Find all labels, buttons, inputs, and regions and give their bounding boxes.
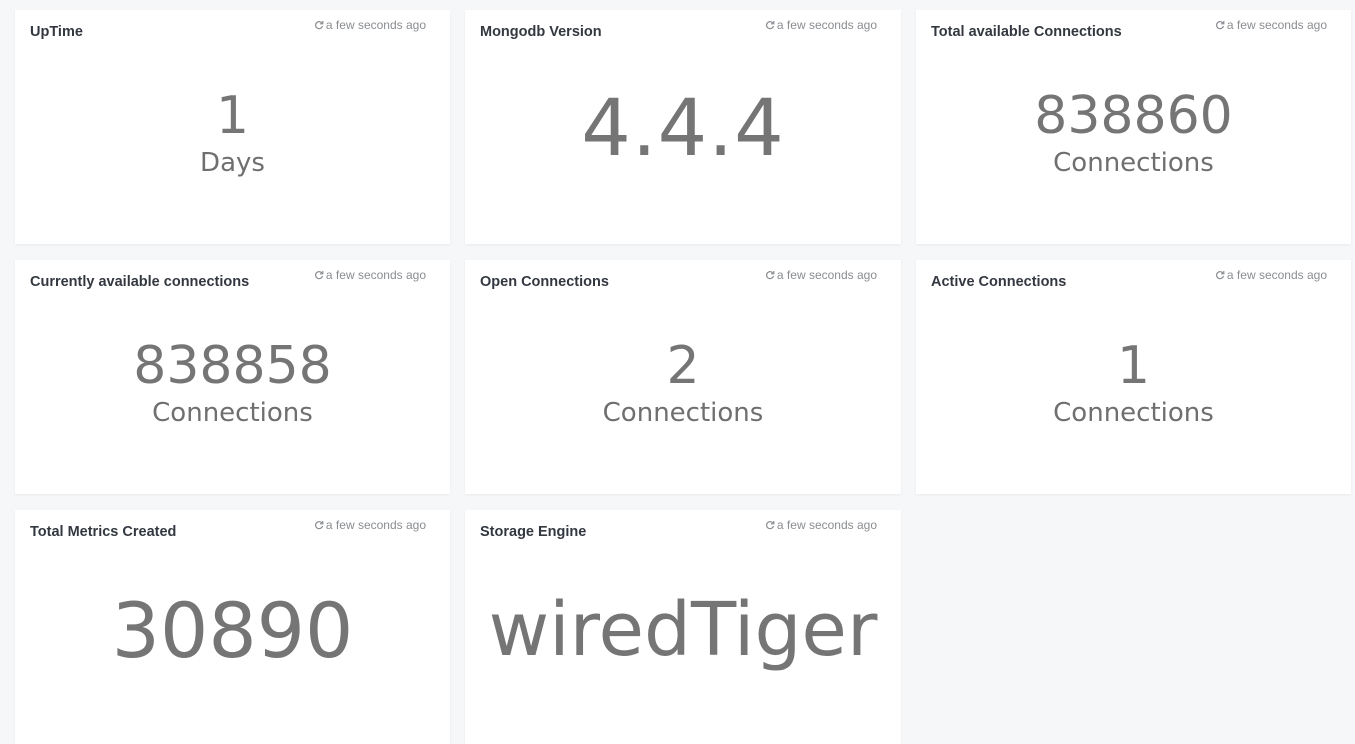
refresh-text: a few seconds ago <box>776 18 877 32</box>
refresh-text: a few seconds ago <box>1226 18 1327 32</box>
metric-unit: Days <box>200 148 265 178</box>
card-title: Mongodb Version <box>480 24 602 40</box>
metric-value: 4.4.4 <box>581 84 785 174</box>
refresh-icon <box>314 271 324 280</box>
card-currently-available-connections: Currently available connections a few se… <box>15 260 450 494</box>
refresh-status[interactable]: a few seconds ago <box>765 18 877 32</box>
metric-unit: Connections <box>602 398 764 428</box>
card-total-available-connections: Total available Connections a few second… <box>916 10 1351 244</box>
card-title: Open Connections <box>480 274 609 290</box>
card-active-connections: Active Connections a few seconds ago 1 C… <box>916 260 1351 494</box>
refresh-icon <box>314 21 324 30</box>
card-mongodb-version: Mongodb Version a few seconds ago 4.4.4 <box>465 10 901 244</box>
card-title: Active Connections <box>931 274 1067 290</box>
refresh-status[interactable]: a few seconds ago <box>314 268 426 282</box>
refresh-text: a few seconds ago <box>325 268 426 282</box>
refresh-icon <box>765 271 775 280</box>
card-title: Currently available connections <box>30 274 250 290</box>
card-title: Storage Engine <box>480 524 587 540</box>
card-total-metrics-created: Total Metrics Created a few seconds ago … <box>15 510 450 744</box>
refresh-icon <box>1215 271 1225 280</box>
metric-unit: Connections <box>152 398 313 428</box>
metric-value: 1 <box>1116 336 1151 396</box>
metric-value: 838858 <box>133 336 332 396</box>
refresh-icon <box>765 521 775 530</box>
refresh-status[interactable]: a few seconds ago <box>1215 268 1327 282</box>
card-title: Total available Connections <box>931 24 1122 40</box>
refresh-status[interactable]: a few seconds ago <box>314 18 426 32</box>
metric-value: wiredTiger <box>488 587 878 673</box>
metric-unit: Connections <box>1053 398 1214 428</box>
refresh-icon <box>765 21 775 30</box>
metric-value: 30890 <box>111 586 354 675</box>
refresh-text: a few seconds ago <box>776 268 877 282</box>
metric-value: 838860 <box>1034 86 1233 146</box>
refresh-icon <box>1215 21 1225 30</box>
card-title: UpTime <box>30 24 83 40</box>
refresh-text: a few seconds ago <box>776 518 877 532</box>
refresh-status[interactable]: a few seconds ago <box>765 518 877 532</box>
refresh-icon <box>314 521 324 530</box>
refresh-text: a few seconds ago <box>1226 268 1327 282</box>
refresh-text: a few seconds ago <box>325 518 426 532</box>
metric-value: 2 <box>666 336 700 396</box>
metric-value: 1 <box>215 86 250 146</box>
card-open-connections: Open Connections a few seconds ago 2 Con… <box>465 260 901 494</box>
refresh-status[interactable]: a few seconds ago <box>765 268 877 282</box>
refresh-text: a few seconds ago <box>325 18 426 32</box>
card-uptime: UpTime a few seconds ago 1 Days <box>15 10 450 244</box>
refresh-status[interactable]: a few seconds ago <box>1215 18 1327 32</box>
card-storage-engine: Storage Engine a few seconds ago wiredTi… <box>465 510 901 744</box>
metric-unit: Connections <box>1053 148 1214 178</box>
card-title: Total Metrics Created <box>30 524 177 540</box>
refresh-status[interactable]: a few seconds ago <box>314 518 426 532</box>
